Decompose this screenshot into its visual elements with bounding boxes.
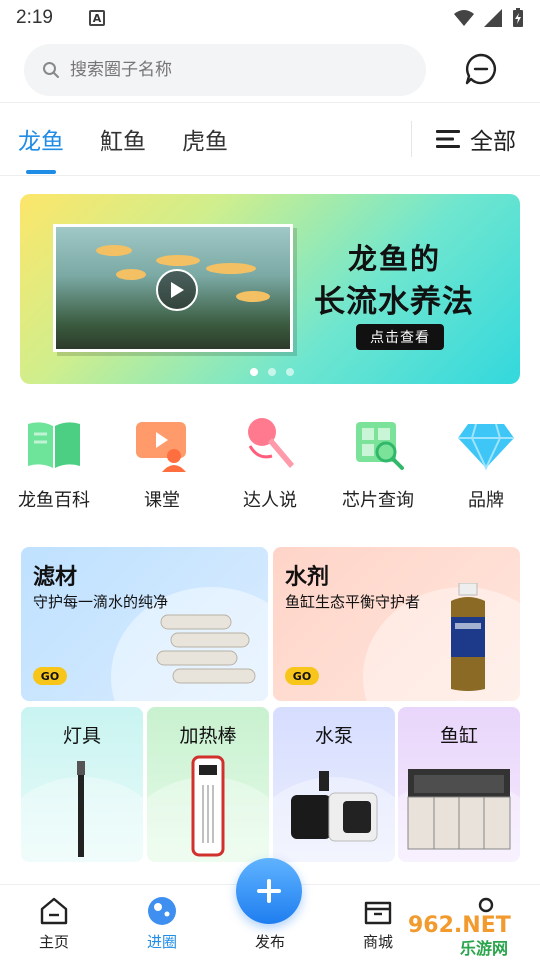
go-button[interactable]: GO (285, 667, 319, 685)
fish-shape (96, 245, 132, 256)
nav-home[interactable]: 主页 (0, 885, 108, 960)
status-bar: 2:19 A (0, 0, 540, 36)
category-label: 芯片查询 (342, 490, 414, 511)
tile-title: 鱼缸 (439, 725, 478, 747)
fish-shape (206, 263, 256, 274)
circle-tabs: 龙鱼 魟鱼 虎鱼 全部 (0, 104, 540, 174)
video-class-icon (136, 422, 186, 472)
home-icon (40, 897, 68, 925)
tile-subtitle: 守护每一滴水的纯净 (33, 593, 169, 611)
category-label: 龙鱼百科 (18, 490, 90, 511)
tab-tigerfish[interactable]: 虎鱼 (164, 122, 246, 156)
status-time: 2:19 (16, 7, 53, 28)
tile-heater[interactable]: 加热棒 (147, 707, 269, 862)
book-icon (28, 422, 80, 468)
carousel-dot[interactable] (286, 368, 294, 376)
category-label: 品牌 (468, 490, 504, 511)
message-icon[interactable] (464, 52, 498, 86)
tile-title: 灯具 (62, 725, 101, 747)
nav-label: 商城 (362, 933, 393, 951)
tile-filter-media[interactable]: 滤材 守护每一滴水的纯净 GO (21, 547, 268, 701)
category-label: 课堂 (144, 490, 180, 511)
category-chip-lookup[interactable]: 芯片查询 (324, 412, 432, 522)
tile-title: 水剂 (285, 565, 330, 590)
tile-aquarium[interactable]: 鱼缸 (398, 707, 520, 862)
category-brand[interactable]: 品牌 (432, 412, 540, 522)
nav-label: 主页 (38, 933, 69, 951)
aquarium-cabinet-image (407, 769, 511, 850)
banner-video-thumbnail (53, 224, 293, 352)
banner-title-line1: 龙鱼的 (348, 242, 442, 276)
divider (0, 102, 540, 103)
tab-arowana[interactable]: 龙鱼 (0, 122, 82, 156)
carousel-dots (250, 368, 294, 376)
watermark-logo: 962.NET 乐游网 (408, 913, 511, 958)
tile-subtitle: 鱼缸生态平衡守护者 (285, 593, 421, 611)
tile-water-conditioner[interactable]: 水剂 鱼缸生态平衡守护者 GO (273, 547, 520, 701)
tile-lighting[interactable]: 灯具 (21, 707, 143, 862)
category-label: 达人说 (243, 490, 297, 511)
fish-shape (156, 255, 200, 266)
chip-search-icon (356, 422, 404, 470)
nav-label: 发布 (254, 933, 285, 951)
wifi-icon (454, 10, 474, 26)
search-row (24, 42, 516, 98)
category-row: 龙鱼百科 课堂 达人说 芯片查询 品牌 (0, 412, 540, 522)
tile-title: 加热棒 (179, 725, 237, 747)
carousel-dot[interactable] (250, 368, 258, 376)
bottle-image (451, 583, 485, 691)
pump-image (291, 771, 378, 842)
watermark-bottom: 乐游网 (460, 939, 508, 958)
tile-title: 水泵 (314, 725, 353, 747)
battery-icon (513, 8, 523, 27)
notification-badge-icon: A (88, 10, 105, 26)
menu-icon (436, 130, 460, 148)
tile-title: 滤材 (33, 565, 78, 590)
banner-cta-button[interactable]: 点击查看 (356, 324, 444, 350)
search-input[interactable] (70, 60, 370, 80)
promo-banner[interactable]: 龙鱼的 长流水养法 点击查看 (20, 194, 520, 384)
circle-icon (148, 897, 176, 925)
category-class[interactable]: 课堂 (108, 412, 216, 522)
signal-icon (484, 9, 502, 27)
microphone-icon (248, 418, 294, 468)
carousel-dot[interactable] (268, 368, 276, 376)
watermark-top: 962.NET (408, 913, 511, 938)
nav-circle[interactable]: 进圈 (108, 885, 216, 960)
publish-button[interactable] (236, 858, 302, 924)
tile-pump[interactable]: 水泵 (273, 707, 395, 862)
diamond-icon (458, 423, 514, 471)
status-icons (454, 8, 524, 28)
category-expert-talk[interactable]: 达人说 (216, 412, 324, 522)
banner-title-line2: 长流水养法 (314, 284, 474, 320)
all-tabs-button[interactable]: 全部 (411, 121, 540, 157)
shop-icon (364, 901, 392, 925)
search-icon (43, 62, 59, 78)
plus-icon (257, 879, 281, 903)
filter-rings-image (156, 614, 256, 684)
fish-shape (116, 269, 146, 280)
play-icon[interactable] (156, 269, 198, 311)
heater-image (191, 755, 225, 857)
tab-stingray[interactable]: 魟鱼 (82, 122, 164, 156)
search-box[interactable] (24, 44, 426, 96)
divider (0, 175, 540, 176)
go-button[interactable]: GO (33, 667, 67, 685)
nav-label: 进圈 (146, 933, 177, 951)
light-tube-image (77, 761, 85, 857)
all-tabs-label: 全部 (470, 129, 516, 155)
fish-shape (236, 291, 270, 302)
category-encyclopedia[interactable]: 龙鱼百科 (0, 412, 108, 522)
